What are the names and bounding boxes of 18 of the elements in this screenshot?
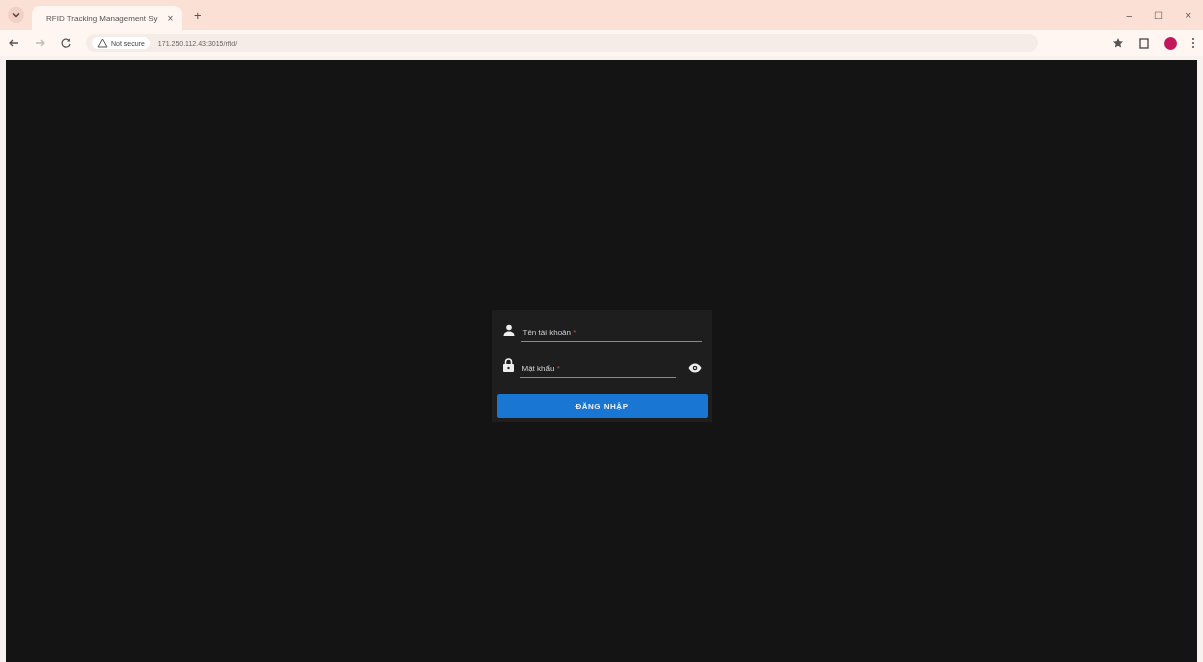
- star-icon[interactable]: [1112, 37, 1124, 49]
- avatar-icon[interactable]: [1164, 36, 1177, 50]
- tab-search-icon[interactable]: [8, 7, 24, 23]
- extensions-icon[interactable]: [1138, 37, 1150, 49]
- new-tab-button[interactable]: +: [190, 7, 206, 23]
- browser-tab[interactable]: RFID Tracking Management Sy ×: [32, 6, 182, 30]
- tab-title: RFID Tracking Management Sy: [46, 13, 158, 23]
- reload-icon[interactable]: [60, 37, 72, 49]
- minimize-button[interactable]: –: [1122, 9, 1137, 21]
- menu-icon[interactable]: [1191, 37, 1195, 49]
- close-button[interactable]: ×: [1181, 9, 1195, 21]
- close-tab-button[interactable]: ×: [163, 12, 178, 24]
- login-button[interactable]: ĐĂNG NHẬP: [496, 394, 708, 418]
- warning-icon: [97, 38, 108, 48]
- restore-button[interactable]: ☐: [1150, 9, 1168, 21]
- back-icon[interactable]: [8, 37, 20, 49]
- password-field[interactable]: Mật khẩu *: [519, 360, 676, 378]
- username-field[interactable]: Tên tài khoản *: [520, 324, 702, 342]
